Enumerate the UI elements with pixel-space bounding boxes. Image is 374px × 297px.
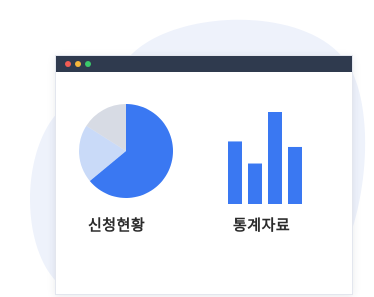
application-status-label: 신청현황 [88, 216, 146, 234]
bar-2 [248, 163, 262, 204]
bar-4 [288, 146, 302, 204]
bar-1 [228, 141, 242, 204]
application-status-card[interactable]: 신청현황 [76, 96, 196, 246]
bar-3 [268, 112, 282, 204]
statistics-card[interactable]: 통계자료 [221, 96, 331, 246]
close-dot[interactable] [65, 61, 71, 67]
bar-set [228, 112, 302, 204]
maximize-dot[interactable] [85, 61, 91, 67]
window-titlebar [56, 56, 352, 72]
app-window: 신청현황 통계자료 [55, 55, 353, 295]
statistics-label: 통계자료 [233, 216, 291, 234]
pie-slices [79, 104, 173, 198]
pie-chart-icon [79, 104, 173, 198]
bar-chart-icon [228, 112, 302, 204]
minimize-dot[interactable] [75, 61, 81, 67]
